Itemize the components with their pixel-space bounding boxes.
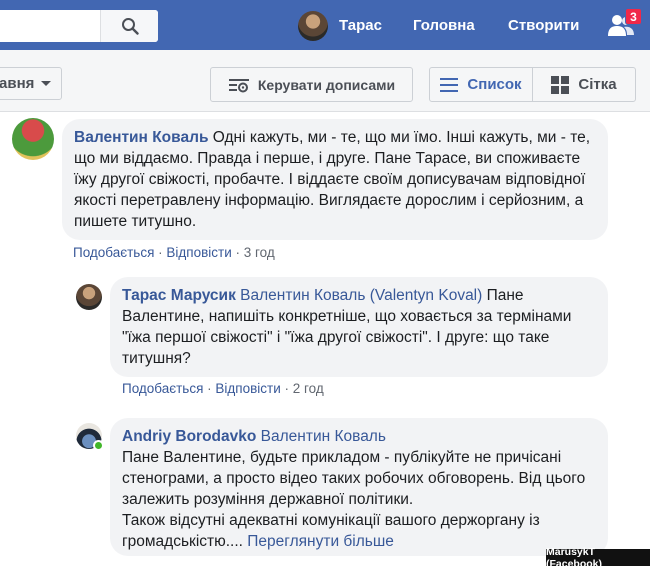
nav-home-link[interactable]: Головна	[413, 17, 475, 34]
nav-profile-link[interactable]	[298, 11, 336, 41]
reply-link[interactable]: Відповісти	[215, 381, 280, 396]
photo-credit: MarusykT (Facebook)	[546, 546, 650, 566]
commenter-avatar[interactable]	[12, 118, 54, 160]
search-button[interactable]	[100, 10, 158, 42]
reply-author-link[interactable]: Andriy Borodavko	[122, 428, 256, 445]
commenter-avatar[interactable]	[76, 284, 102, 310]
search-icon	[121, 18, 139, 35]
comment-bubble: Валентин Коваль Одні кажуть, ми - те, що…	[62, 119, 608, 240]
comment-timestamp[interactable]: 3 год	[244, 245, 275, 260]
profile-avatar	[298, 11, 328, 41]
list-view-button[interactable]: Список	[430, 68, 533, 101]
grid-view-button[interactable]: Сітка	[533, 68, 635, 101]
see-more-link[interactable]: Переглянути більше	[247, 533, 394, 550]
manage-posts-label: Керувати дописами	[257, 76, 396, 93]
nav-profile-name[interactable]: Тарас	[339, 17, 382, 34]
reply-actions: Подобається · Відповісти · 2 год	[122, 381, 324, 396]
sort-dropdown[interactable]: авня	[0, 67, 62, 100]
sort-label: авня	[0, 75, 35, 92]
separator-dot: ·	[284, 381, 293, 396]
chevron-down-icon	[41, 80, 52, 86]
like-link[interactable]: Подобається	[73, 245, 154, 260]
separator-dot: ·	[235, 245, 244, 260]
reply-bubble: Andriy Borodavko Валентин Коваль Пане Ва…	[110, 418, 608, 556]
online-status-dot	[93, 440, 104, 451]
list-icon	[440, 77, 459, 92]
manage-posts-button[interactable]: Керувати дописами	[210, 67, 413, 102]
posts-toolbar: авня Керувати дописами Список Сітка	[0, 50, 650, 112]
search-input[interactable]	[0, 10, 158, 42]
like-link[interactable]: Подобається	[122, 381, 203, 396]
grid-view-label: Сітка	[578, 76, 617, 93]
view-mode-toggle: Список Сітка	[429, 67, 636, 102]
comment-author-link[interactable]: Валентин Коваль	[74, 129, 208, 146]
nav-create-link[interactable]: Створити	[508, 17, 579, 34]
reply-author-link[interactable]: Тарас Марусик	[122, 287, 236, 304]
reply-link[interactable]: Відповісти	[166, 245, 231, 260]
reply-text: Пане Валентине, будьте прикладом - публі…	[122, 449, 586, 508]
reply-timestamp[interactable]: 2 год	[293, 381, 324, 396]
list-view-label: Список	[467, 76, 522, 93]
grid-icon	[551, 75, 570, 94]
mention-link[interactable]: Валентин Коваль (Valentyn Koval)	[240, 287, 482, 304]
reply-bubble: Тарас Марусик Валентин Коваль (Valentyn …	[110, 277, 608, 377]
mention-link[interactable]: Валентин Коваль	[261, 428, 386, 445]
settings-sliders-icon	[228, 78, 249, 92]
notification-badge: 3	[625, 8, 642, 25]
comment-actions: Подобається · Відповісти · 3 год	[73, 245, 275, 260]
top-navigation-bar: Тарас Головна Створити 3	[0, 0, 650, 50]
